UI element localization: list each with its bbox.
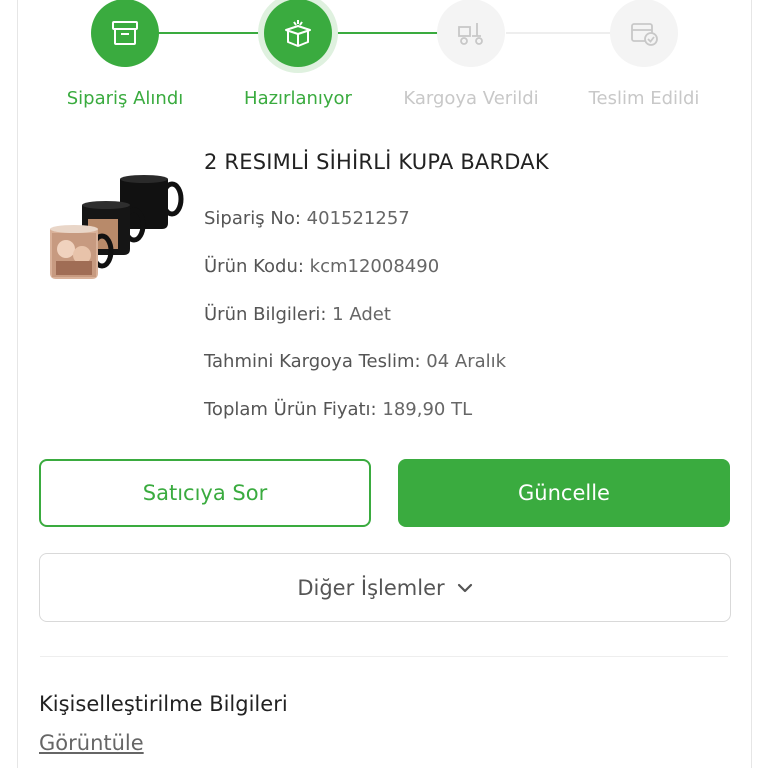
product-code-row: Ürün Kodu: kcm12008490: [204, 256, 439, 277]
cart-icon: [458, 23, 483, 45]
step-preparing: [264, 0, 332, 67]
order-status-stepper: Sipariş Alındı Hazırlanıyor Kargoya Veri…: [0, 0, 768, 120]
personalization-title: Kişiselleştirilme Bilgileri: [39, 692, 288, 716]
open-box-icon: [285, 20, 311, 47]
product-info-value: 1 Adet: [332, 304, 391, 325]
view-personalization-link[interactable]: Görüntüle: [39, 731, 144, 755]
product-info-label: Ürün Bilgileri:: [204, 304, 327, 325]
product-code-value: kcm12008490: [309, 256, 440, 277]
product-title: 2 RESIMLİ SİHİRLİ KUPA BARDAK: [204, 150, 549, 174]
step-label-preparing: Hazırlanıyor: [244, 88, 352, 109]
section-divider: [40, 656, 728, 657]
more-actions-button[interactable]: Diğer İşlemler: [39, 553, 731, 622]
step-shipped: [437, 0, 505, 67]
update-button[interactable]: Güncelle: [398, 459, 730, 527]
step-label-shipped: Kargoya Verildi: [403, 88, 539, 109]
product-info-row: Ürün Bilgileri: 1 Adet: [204, 304, 391, 325]
product-code-label: Ürün Kodu:: [204, 256, 304, 277]
total-price-value: 189,90 TL: [382, 399, 473, 420]
ask-seller-button[interactable]: Satıcıya Sor: [39, 459, 371, 527]
shipping-date-label: Tahmini Kargoya Teslim:: [204, 351, 421, 372]
step-connector-3: [506, 32, 612, 34]
order-number-label: Sipariş No:: [204, 208, 301, 229]
more-actions-label: Diğer İşlemler: [297, 575, 445, 600]
step-delivered: [610, 0, 678, 67]
product-image[interactable]: [46, 165, 186, 283]
total-price-row: Toplam Ürün Fiyatı: 189,90 TL: [204, 399, 472, 420]
shipping-date-value: 04 Aralık: [426, 351, 507, 372]
order-number-value: 401521257: [306, 208, 410, 229]
step-label-delivered: Teslim Edildi: [588, 88, 700, 109]
step-connector-2: [332, 32, 438, 34]
total-price-label: Toplam Ürün Fiyatı:: [204, 399, 377, 420]
shipping-date-row: Tahmini Kargoya Teslim: 04 Aralık: [204, 351, 506, 372]
box-icon: [112, 21, 138, 45]
step-connector-1: [158, 32, 264, 34]
step-label-order-received: Sipariş Alındı: [66, 88, 184, 109]
order-number-row: Sipariş No: 401521257: [204, 208, 410, 229]
delivered-box-icon: [631, 23, 658, 46]
step-order-received: [91, 0, 159, 67]
chevron-down-icon: [457, 583, 472, 592]
